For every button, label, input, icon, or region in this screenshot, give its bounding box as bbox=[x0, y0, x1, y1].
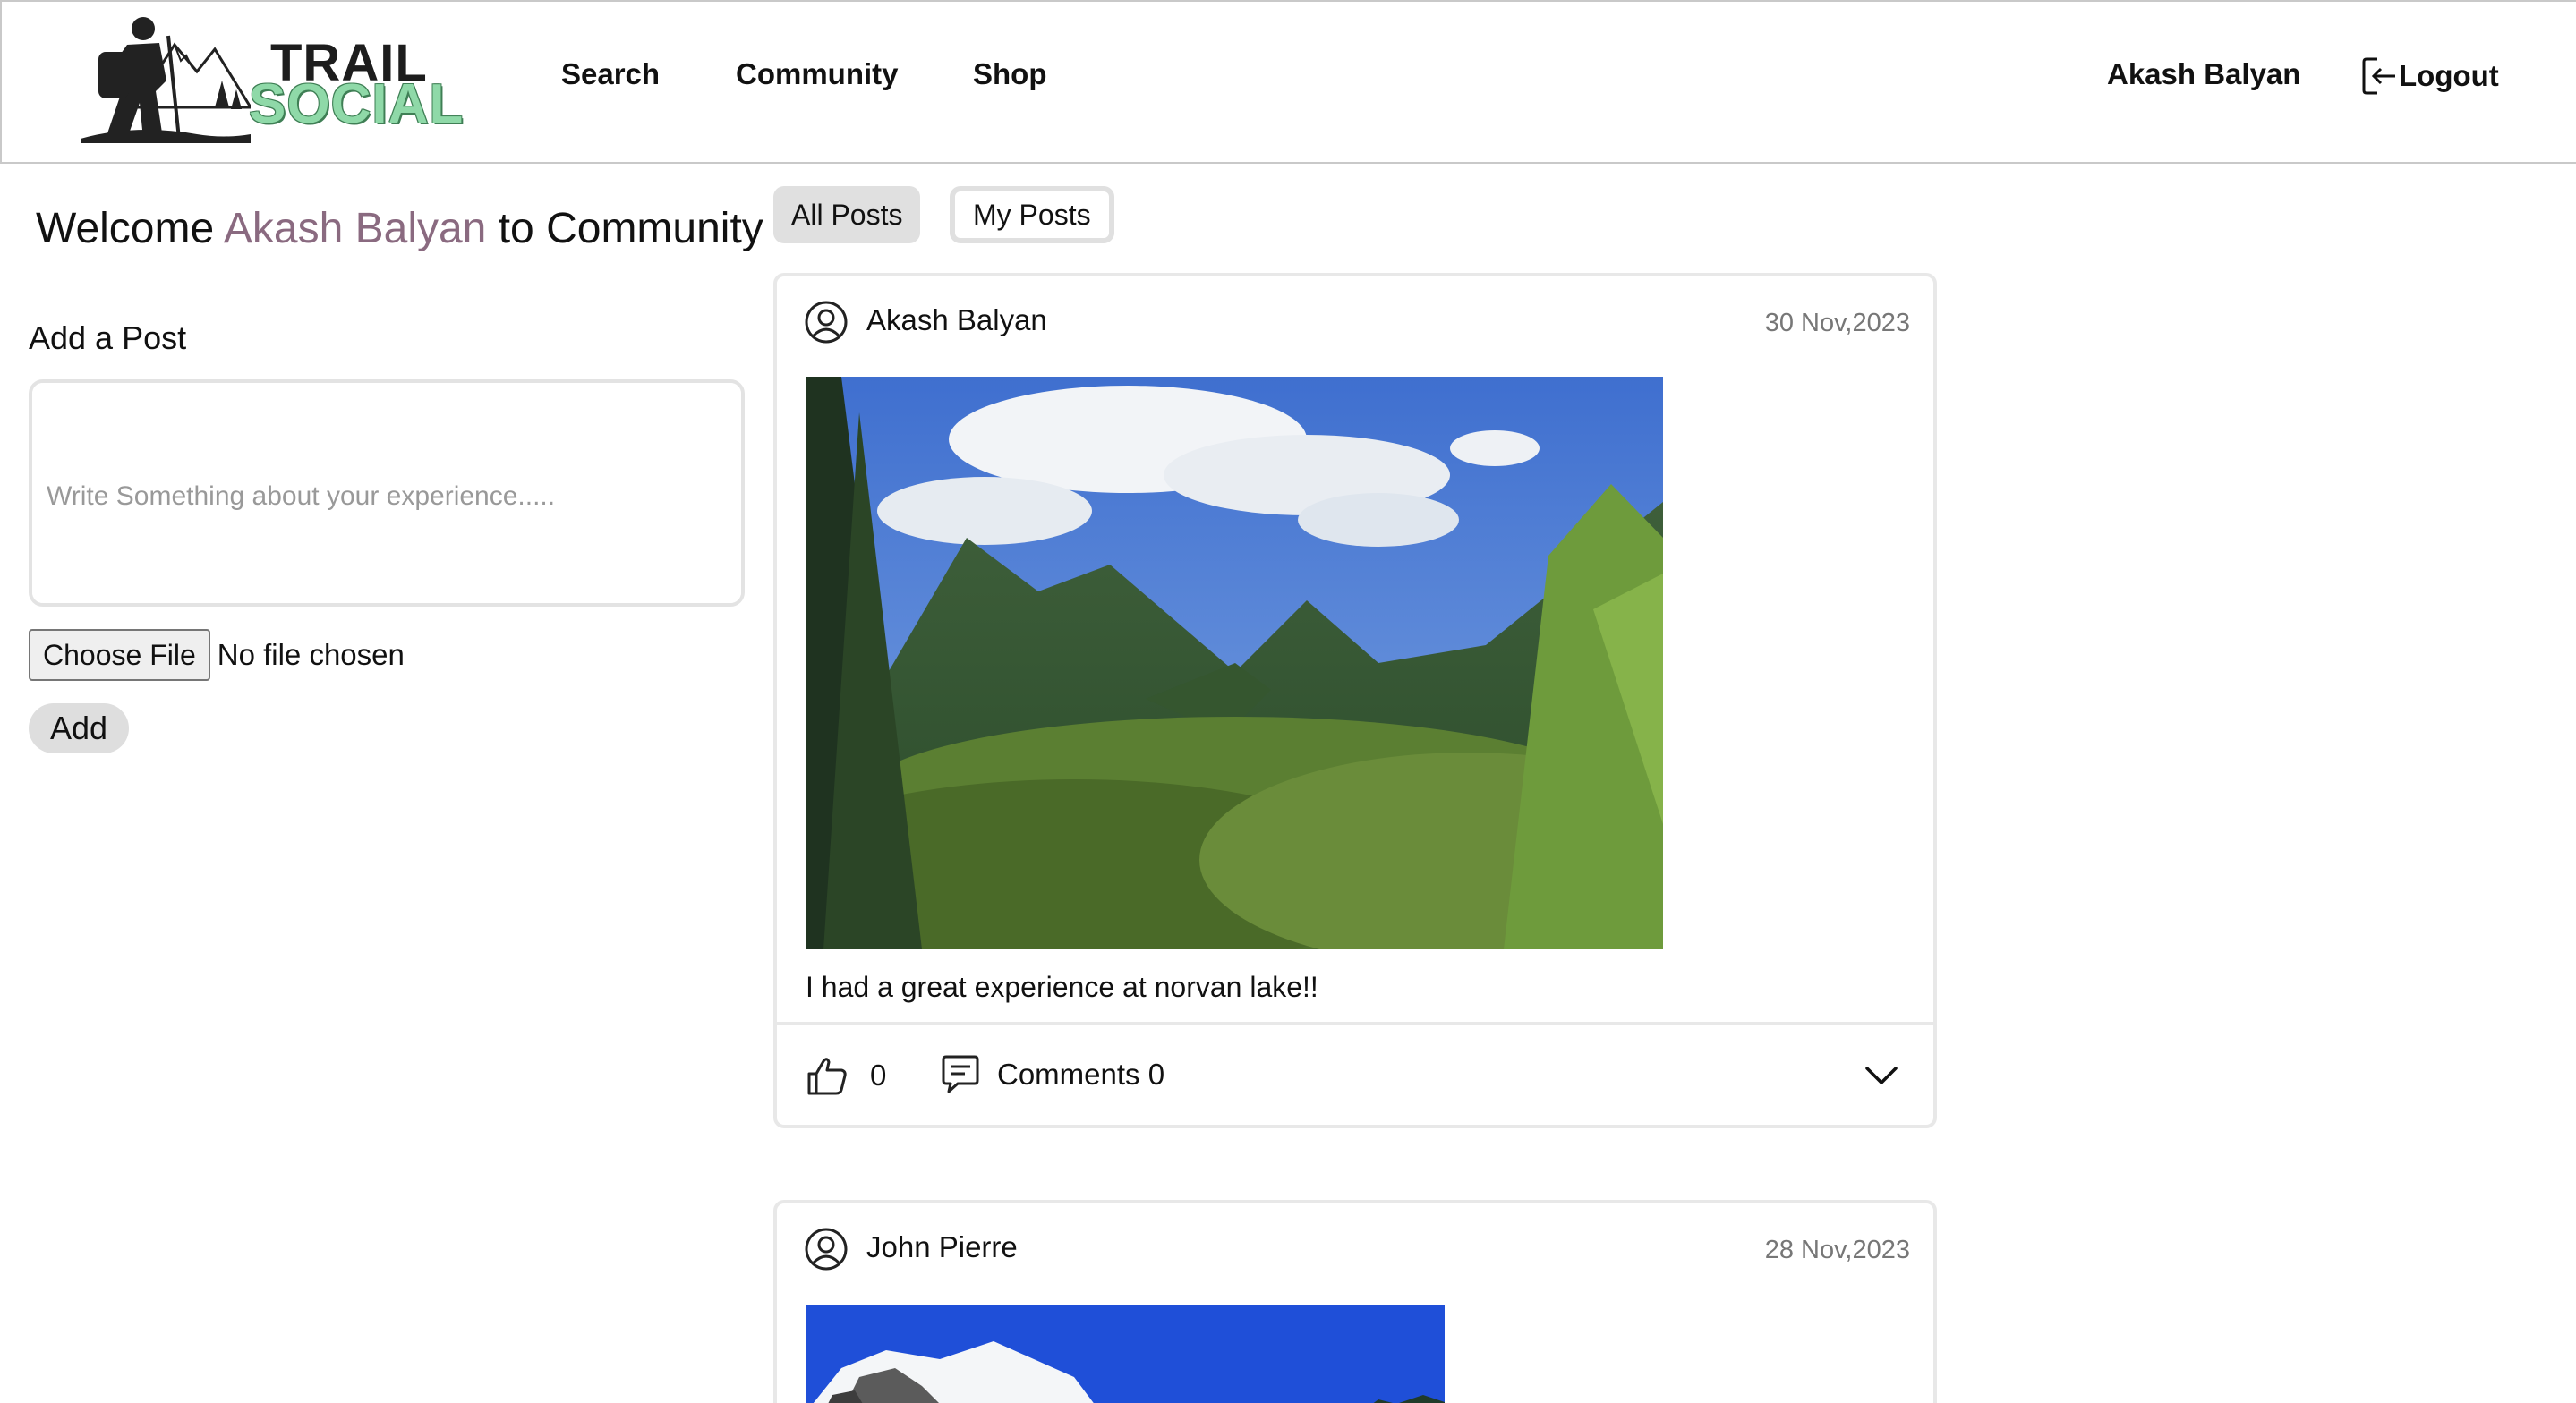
mountain-forest-photo bbox=[806, 377, 1663, 949]
post-date: 30 Nov,2023 bbox=[1764, 309, 1910, 337]
post-actions: 0 Comments 0 bbox=[777, 1025, 1933, 1128]
chevron-down-icon[interactable] bbox=[1864, 1061, 1899, 1088]
hiker-mountain-icon bbox=[81, 17, 251, 143]
top-navbar: TRAIL SOCIAL Search Community Shop Akash… bbox=[0, 0, 2576, 164]
comment-icon bbox=[942, 1055, 979, 1093]
logout-icon bbox=[2362, 57, 2395, 95]
like-count: 0 bbox=[870, 1059, 887, 1092]
post-card: Akash Balyan 30 Nov,2023 I had a great e… bbox=[773, 273, 1937, 1128]
like-button[interactable]: 0 bbox=[806, 1054, 886, 1097]
comments-button[interactable]: Comments 0 bbox=[940, 1054, 1164, 1095]
user-circle-icon bbox=[805, 301, 848, 344]
post-text-input[interactable] bbox=[29, 379, 745, 607]
post-date: 28 Nov,2023 bbox=[1764, 1236, 1910, 1264]
file-upload: Choose File No file chosen bbox=[29, 629, 405, 681]
logo-text-social: SOCIAL bbox=[249, 73, 465, 135]
user-circle-icon bbox=[805, 1228, 848, 1271]
post-author[interactable]: John Pierre bbox=[866, 1230, 1018, 1264]
post-card: John Pierre 28 Nov,2023 bbox=[773, 1200, 1937, 1403]
post-image[interactable] bbox=[806, 1305, 1445, 1403]
welcome-user-name: Akash Balyan bbox=[223, 205, 487, 252]
tab-my-posts[interactable]: My Posts bbox=[950, 186, 1114, 243]
snowy-mountain-photo bbox=[806, 1305, 1445, 1403]
add-post-title: Add a Post bbox=[29, 319, 187, 356]
post-caption: I had a great experience at norvan lake!… bbox=[806, 971, 1318, 1003]
logout-button[interactable]: Logout bbox=[2361, 55, 2499, 97]
file-status-text: No file chosen bbox=[217, 638, 405, 671]
nav-user-profile-link[interactable]: Akash Balyan bbox=[2107, 57, 2300, 91]
add-post-button[interactable]: Add bbox=[29, 703, 129, 753]
choose-file-button[interactable]: Choose File bbox=[29, 629, 210, 681]
nav-shop-link[interactable]: Shop bbox=[973, 57, 1046, 91]
post-author[interactable]: Akash Balyan bbox=[866, 303, 1047, 337]
nav-community-link[interactable]: Community bbox=[736, 57, 899, 91]
trail-social-logo[interactable]: TRAIL SOCIAL bbox=[81, 9, 463, 143]
welcome-prefix: Welcome bbox=[36, 205, 224, 252]
thumbs-up-icon bbox=[807, 1058, 847, 1095]
welcome-heading: Welcome Akash Balyan to Community bbox=[36, 204, 763, 253]
post-image[interactable] bbox=[806, 377, 1663, 949]
tab-all-posts[interactable]: All Posts bbox=[773, 186, 921, 243]
comments-label: Comments 0 bbox=[997, 1058, 1165, 1091]
logout-label: Logout bbox=[2399, 59, 2499, 92]
welcome-suffix: to Community bbox=[486, 205, 763, 252]
nav-search-link[interactable]: Search bbox=[561, 57, 660, 91]
